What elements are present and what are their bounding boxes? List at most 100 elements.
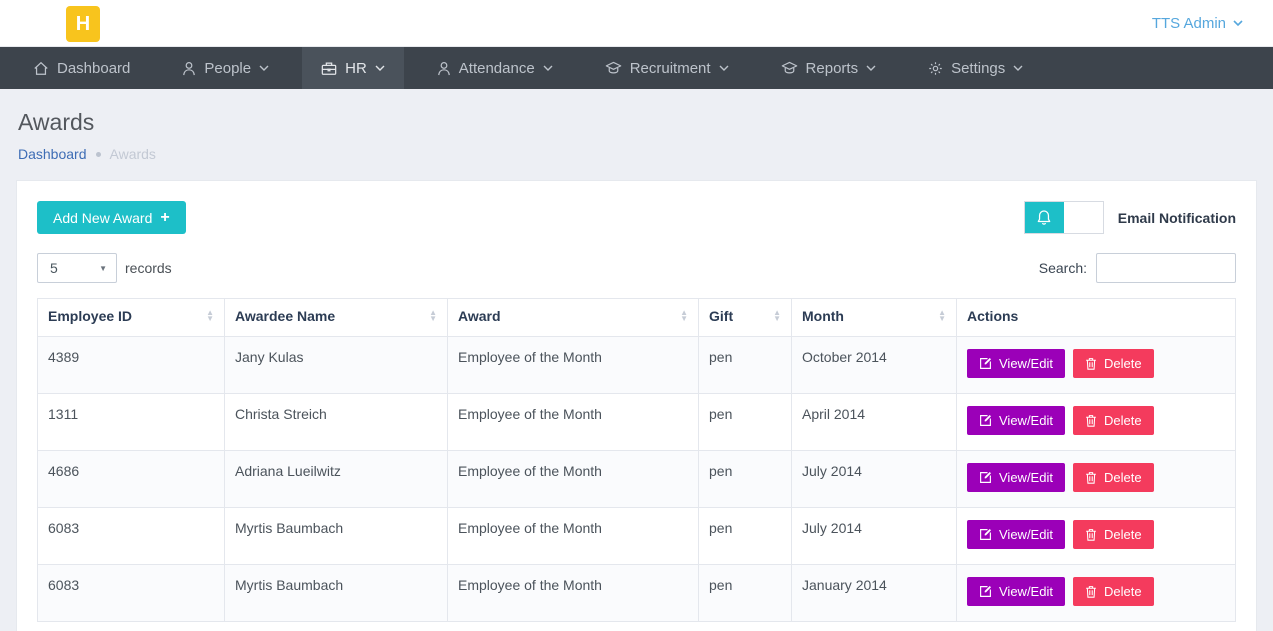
table-row: 1311 Christa Streich Employee of the Mon… — [38, 394, 1236, 451]
delete-button[interactable]: Delete — [1073, 520, 1154, 549]
view-edit-button[interactable]: View/Edit — [967, 577, 1065, 606]
chevron-down-icon — [866, 65, 876, 72]
table-row: 4686 Adriana Lueilwitz Employee of the M… — [38, 451, 1236, 508]
column-header-employee-id[interactable]: Employee ID▲▼ — [38, 299, 225, 337]
search-input[interactable] — [1096, 253, 1236, 283]
toggle-off-side — [1064, 202, 1103, 233]
person-icon — [182, 61, 196, 76]
cell-award: Employee of the Month — [448, 451, 699, 508]
table-row: 6083 Myrtis Baumbach Employee of the Mon… — [38, 565, 1236, 622]
user-menu-label: TTS Admin — [1152, 15, 1226, 32]
edit-icon — [979, 585, 992, 598]
cell-awardee-name: Myrtis Baumbach — [225, 565, 448, 622]
cell-award: Employee of the Month — [448, 565, 699, 622]
cell-employee-id: 4686 — [38, 451, 225, 508]
cell-month: April 2014 — [792, 394, 957, 451]
nav-label: Attendance — [459, 60, 535, 77]
main-nav: Dashboard People HR Attendance Recruitme… — [0, 47, 1273, 89]
sort-icon[interactable]: ▲▼ — [773, 310, 781, 322]
delete-button[interactable]: Delete — [1073, 577, 1154, 606]
view-edit-button[interactable]: View/Edit — [967, 520, 1065, 549]
sort-icon[interactable]: ▲▼ — [680, 310, 688, 322]
sort-icon[interactable]: ▲▼ — [938, 310, 946, 322]
cell-gift: pen — [699, 451, 792, 508]
select-caret-icon: ▼ — [99, 264, 107, 273]
cell-awardee-name: Jany Kulas — [225, 337, 448, 394]
cell-gift: pen — [699, 565, 792, 622]
nav-label: Settings — [951, 60, 1005, 77]
nav-label: Recruitment — [630, 60, 711, 77]
chevron-down-icon — [259, 65, 269, 72]
delete-button[interactable]: Delete — [1073, 349, 1154, 378]
home-icon — [33, 61, 49, 76]
nav-item-hr[interactable]: HR — [302, 47, 404, 89]
email-notification-label: Email Notification — [1118, 210, 1236, 226]
view-edit-button[interactable]: View/Edit — [967, 406, 1065, 435]
sort-icon[interactable]: ▲▼ — [206, 310, 214, 322]
breadcrumb-dashboard-link[interactable]: Dashboard — [18, 146, 87, 162]
cell-employee-id: 1311 — [38, 394, 225, 451]
cell-month: July 2014 — [792, 508, 957, 565]
awards-table: Employee ID▲▼ Awardee Name▲▼ Award▲▼ Gif… — [37, 298, 1236, 622]
cell-employee-id: 6083 — [38, 565, 225, 622]
sort-icon[interactable]: ▲▼ — [429, 310, 437, 322]
records-label: records — [125, 260, 172, 276]
nav-label: Reports — [806, 60, 859, 77]
plus-icon: + — [160, 209, 169, 227]
cell-gift: pen — [699, 394, 792, 451]
view-edit-button[interactable]: View/Edit — [967, 463, 1065, 492]
trash-icon — [1085, 357, 1097, 370]
gear-icon — [928, 61, 943, 76]
search-label: Search: — [1039, 260, 1087, 276]
cell-award: Employee of the Month — [448, 508, 699, 565]
table-header-row: Employee ID▲▼ Awardee Name▲▼ Award▲▼ Gif… — [38, 299, 1236, 337]
cell-employee-id: 6083 — [38, 508, 225, 565]
add-new-award-button[interactable]: Add New Award + — [37, 201, 186, 234]
cell-gift: pen — [699, 508, 792, 565]
cell-award: Employee of the Month — [448, 394, 699, 451]
cell-month: January 2014 — [792, 565, 957, 622]
view-edit-button[interactable]: View/Edit — [967, 349, 1065, 378]
nav-item-recruitment[interactable]: Recruitment — [586, 47, 748, 89]
cell-awardee-name: Myrtis Baumbach — [225, 508, 448, 565]
edit-icon — [979, 528, 992, 541]
nav-label: People — [204, 60, 251, 77]
column-header-actions: Actions — [957, 299, 1236, 337]
chevron-down-icon — [375, 65, 385, 72]
chevron-down-icon — [719, 65, 729, 72]
nav-item-reports[interactable]: Reports — [762, 47, 896, 89]
page-title: Awards — [18, 109, 1257, 136]
records-selected-value: 5 — [50, 260, 58, 276]
cell-month: July 2014 — [792, 451, 957, 508]
nav-item-settings[interactable]: Settings — [909, 47, 1042, 89]
delete-button[interactable]: Delete — [1073, 463, 1154, 492]
column-header-gift[interactable]: Gift▲▼ — [699, 299, 792, 337]
app-logo: H — [66, 6, 100, 42]
trash-icon — [1085, 528, 1097, 541]
add-button-label: Add New Award — [53, 210, 152, 226]
breadcrumb: Dashboard Awards — [18, 146, 1257, 162]
cell-awardee-name: Adriana Lueilwitz — [225, 451, 448, 508]
chevron-down-icon — [1233, 20, 1243, 27]
column-header-awardee-name[interactable]: Awardee Name▲▼ — [225, 299, 448, 337]
chevron-down-icon — [543, 65, 553, 72]
trash-icon — [1085, 585, 1097, 598]
cell-month: October 2014 — [792, 337, 957, 394]
nav-item-people[interactable]: People — [163, 47, 288, 89]
trash-icon — [1085, 414, 1097, 427]
email-notification-toggle[interactable] — [1024, 201, 1104, 234]
user-menu[interactable]: TTS Admin — [1152, 15, 1243, 32]
edit-icon — [979, 414, 992, 427]
column-header-month[interactable]: Month▲▼ — [792, 299, 957, 337]
edit-icon — [979, 471, 992, 484]
nav-item-dashboard[interactable]: Dashboard — [14, 47, 149, 89]
column-header-award[interactable]: Award▲▼ — [448, 299, 699, 337]
trash-icon — [1085, 471, 1097, 484]
person-icon — [437, 61, 451, 76]
nav-label: HR — [345, 60, 367, 77]
top-bar: H TTS Admin — [0, 0, 1273, 47]
nav-item-attendance[interactable]: Attendance — [418, 47, 572, 89]
records-per-page-select[interactable]: 5 ▼ — [37, 253, 117, 283]
chevron-down-icon — [1013, 65, 1023, 72]
delete-button[interactable]: Delete — [1073, 406, 1154, 435]
